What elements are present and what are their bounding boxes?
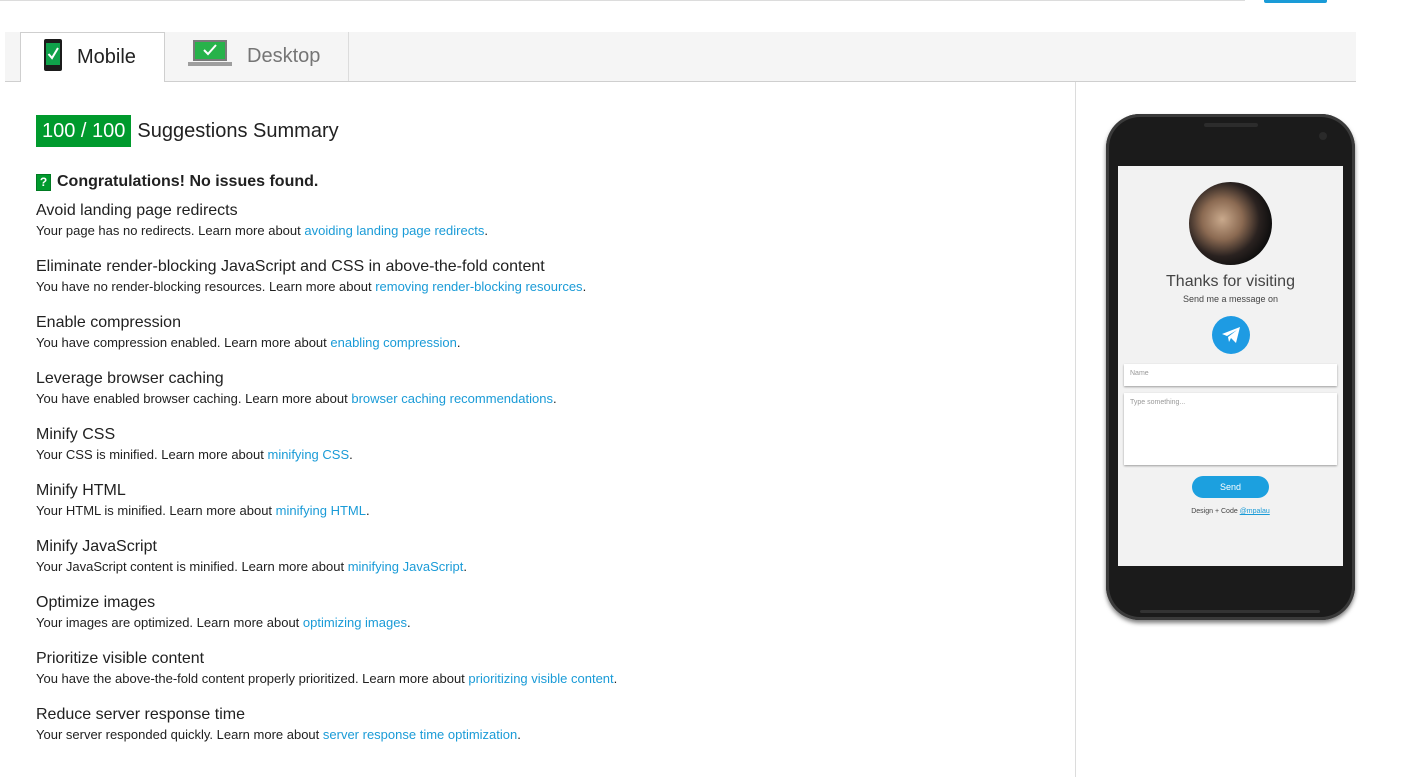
tab-desktop-label: Desktop <box>247 45 321 67</box>
rule-description: You have no render-blocking resources. L… <box>36 277 1056 297</box>
score-badge: 100 / 100 <box>36 115 132 147</box>
rule-title: Enable compression <box>36 314 181 331</box>
phone-speaker <box>1204 123 1258 127</box>
help-question-icon[interactable]: ? <box>36 173 51 191</box>
rule-period: . <box>406 615 411 630</box>
preview-credit: Design + Code @mpalau <box>1118 508 1343 515</box>
rule-description: Your CSS is minified. Learn more about m… <box>36 445 1056 465</box>
rule-period: . <box>582 279 587 294</box>
score-header: 100 / 100 Suggestions Summary <box>36 115 1056 147</box>
preview-subheading: Send me a message on <box>1182 294 1279 304</box>
rule-learn-more-link[interactable]: minifying HTML <box>276 503 366 518</box>
rule-period: . <box>517 727 521 742</box>
rule-title: Optimize images <box>36 594 156 611</box>
rule-learn-more-link[interactable]: browser caching recommendations <box>351 391 553 406</box>
rule-description: You have enabled browser caching. Learn … <box>36 389 1056 409</box>
rule-item: Minify JavaScript Your JavaScript content… <box>36 537 1056 593</box>
rule-description-text: Your page has no redirects. Learn more a… <box>36 223 305 238</box>
rule-item: Minify HTML Your HTML is minified. Learn … <box>36 481 1056 537</box>
rule-period: . <box>463 559 467 574</box>
congrats-banner: ? Congratulations! No issues found. <box>36 173 1056 191</box>
rule-description: Your page has no redirects. Learn more a… <box>36 221 1056 241</box>
phone-preview: Thanks for visiting Send me a message on… <box>1106 114 1355 620</box>
tab-mobile[interactable]: Mobile <box>20 32 165 82</box>
tab-mobile-label: Mobile <box>77 46 136 68</box>
rule-item: Eliminate render-blocking JavaScript and… <box>36 257 1056 313</box>
rule-description-text: You have the above-the-fold content prop… <box>36 671 469 686</box>
rule-description: Your images are optimized. Learn more ab… <box>36 613 1056 633</box>
rule-period: . <box>613 671 618 686</box>
rule-learn-more-link[interactable]: removing render-blocking resources <box>375 279 582 294</box>
congrats-text: Congratulations! No issues found. <box>57 173 319 190</box>
rule-title: Minify CSS <box>36 426 116 443</box>
rule-period: . <box>456 335 461 350</box>
rule-description-text: You have compression enabled. Learn more… <box>36 335 331 350</box>
rule-item: Enable compression You have compression e… <box>36 313 1056 369</box>
preview-message-field: Type something... <box>1124 393 1337 465</box>
credit-link: @mpalau <box>1239 508 1270 515</box>
rule-item: Prioritize visible content You have the a… <box>36 649 1056 705</box>
rule-title: Avoid landing page redirects <box>36 202 238 219</box>
rule-description-text: Your JavaScript content is minified. Lea… <box>36 559 348 574</box>
rule-title: Prioritize visible content <box>36 650 205 667</box>
mobile-phone-check-icon <box>43 38 63 78</box>
rule-period: . <box>365 503 370 518</box>
phone-bottom-bar <box>1140 610 1320 613</box>
rule-title: Minify JavaScript <box>36 538 157 555</box>
rule-title: Eliminate render-blocking JavaScript and… <box>36 258 545 275</box>
rule-learn-more-link[interactable]: prioritizing visible content <box>468 671 613 686</box>
rule-item: Leverage browser caching You have enabled… <box>36 369 1056 425</box>
rule-item: Reduce server response time Your server r… <box>36 705 1056 761</box>
rule-learn-more-link[interactable]: server response time optimization <box>323 727 517 742</box>
rule-item: Avoid landing page redirects Your page ha… <box>36 201 1056 257</box>
rule-description: You have compression enabled. Learn more… <box>36 333 1056 353</box>
rule-learn-more-link[interactable]: minifying CSS <box>267 447 349 462</box>
rule-description: Your JavaScript content is minified. Lea… <box>36 557 1056 577</box>
rule-title: Minify HTML <box>36 482 126 499</box>
results-panel: 100 / 100 Suggestions Summary ? Congratu… <box>36 115 1056 761</box>
rule-item: Minify CSS Your CSS is minified. Learn mo… <box>36 425 1056 481</box>
rule-description: Your server responded quickly. Learn mor… <box>36 725 1056 745</box>
rule-title: Leverage browser caching <box>36 370 224 387</box>
device-tabbar: Mobile Desktop <box>5 32 1356 82</box>
rule-learn-more-link[interactable]: enabling compression <box>330 335 456 350</box>
rule-period: . <box>552 391 557 406</box>
avatar <box>1189 182 1272 265</box>
rule-description-text: Your server responded quickly. Learn mor… <box>36 727 323 742</box>
rule-period: . <box>349 447 353 462</box>
rule-description-text: Your images are optimized. Learn more ab… <box>36 615 303 630</box>
telegram-icon <box>1212 316 1250 354</box>
rule-description-text: You have no render-blocking resources. L… <box>36 279 376 294</box>
rule-title: Reduce server response time <box>36 706 245 723</box>
rule-description: Your HTML is minified. Learn more about … <box>36 501 1056 521</box>
rule-learn-more-link[interactable]: avoiding landing page redirects <box>304 223 484 238</box>
phone-screen: Thanks for visiting Send me a message on… <box>1118 166 1343 566</box>
desktop-monitor-check-icon <box>187 38 233 76</box>
rule-description: You have the above-the-fold content prop… <box>36 669 1056 689</box>
phone-camera <box>1319 132 1327 140</box>
rule-item: Optimize images Your images are optimized… <box>36 593 1056 649</box>
tab-desktop[interactable]: Desktop <box>165 32 349 81</box>
rule-description-text: Your HTML is minified. Learn more about <box>36 503 276 518</box>
top-divider <box>0 0 1245 1</box>
top-action-button-edge[interactable] <box>1264 0 1327 3</box>
credit-prefix: Design + Code <box>1191 508 1240 515</box>
rules-list: Avoid landing page redirects Your page ha… <box>36 201 1056 761</box>
rule-learn-more-link[interactable]: optimizing images <box>303 615 407 630</box>
suggestions-summary-title: Suggestions Summary <box>137 119 339 142</box>
preview-send-button: Send <box>1192 476 1269 498</box>
rule-description-text: You have enabled browser caching. Learn … <box>36 391 352 406</box>
preview-name-field: Name <box>1124 364 1337 386</box>
rule-description-text: Your CSS is minified. Learn more about <box>36 447 268 462</box>
panel-divider <box>1075 82 1076 777</box>
rule-period: . <box>484 223 488 238</box>
preview-heading: Thanks for visiting <box>1166 273 1295 290</box>
rule-learn-more-link[interactable]: minifying JavaScript <box>348 559 464 574</box>
